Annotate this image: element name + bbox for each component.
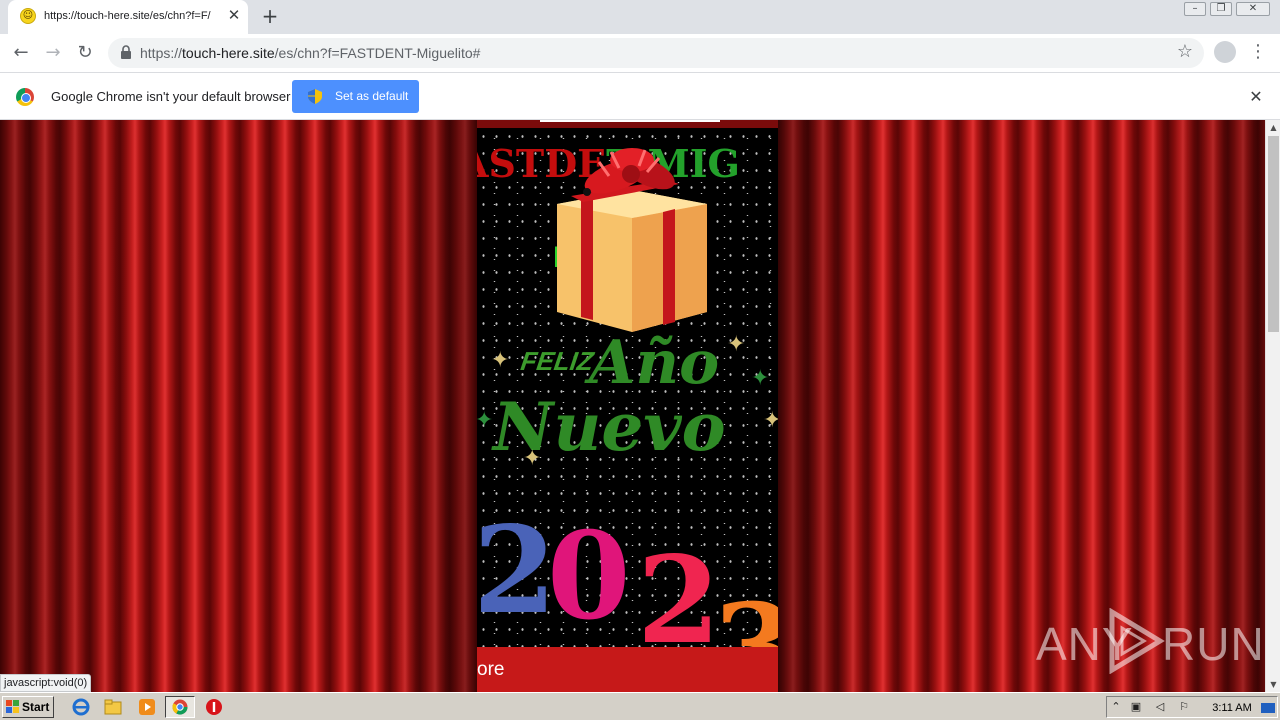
start-button[interactable]: Start (2, 696, 54, 718)
chrome-logo-icon (16, 88, 34, 106)
year-digit-2: 0 (547, 506, 631, 647)
reload-button[interactable]: ↻ (72, 40, 98, 66)
windows-flag-icon (6, 700, 19, 713)
red-banner[interactable]: ore (477, 647, 778, 692)
smiley-icon: ☺ (20, 8, 36, 24)
center-stage: ASTDET MIG M o FELIZ Año Nuevo ✦ ✦ ✦ ✦ ✦… (477, 128, 778, 692)
sparkle-icon: ✦ (751, 366, 770, 391)
sparkle-icon: ✦ (727, 332, 746, 357)
vertical-scrollbar[interactable]: ▲ ▼ (1265, 120, 1280, 692)
internet-explorer-icon[interactable] (72, 698, 90, 716)
set-as-default-label: Set as default (335, 89, 409, 103)
restore-button[interactable]: ❐ (1210, 2, 1232, 16)
show-desktop-icon[interactable] (1261, 703, 1275, 713)
anyrun-watermark: ANY RUN (1036, 608, 1264, 678)
scroll-down-arrow-icon[interactable]: ▼ (1266, 677, 1280, 692)
tab-strip: ☺ https://touch-here.site/es/chn?f=F/ ✕ … (0, 0, 1280, 34)
play-triangle-icon (1109, 608, 1165, 674)
default-browser-infobar: Google Chrome isn't your default browser… (0, 72, 1280, 120)
banner-text: ore (477, 659, 505, 680)
infobar-close-icon[interactable]: ✕ (1246, 87, 1266, 107)
sparkle-icon: ✦ (491, 348, 510, 373)
windows-taskbar: Start ⌃ ▣ ◁ ⚐ 3:11 AM (0, 692, 1280, 720)
tray-expand-icon[interactable]: ⌃ (1109, 700, 1123, 714)
left-curtain-shade (0, 120, 477, 692)
folder-icon[interactable] (104, 698, 122, 716)
lock-icon (121, 45, 131, 59)
url-prefix: https:// (140, 45, 183, 61)
taskbar-chrome-button[interactable] (165, 696, 195, 718)
back-button[interactable]: ← (8, 40, 34, 66)
watermark-run: RUN (1162, 618, 1265, 670)
scroll-thumb[interactable] (1268, 136, 1279, 332)
address-bar[interactable]: https://touch-here.site/es/chn?f=FASTDEN… (108, 38, 1204, 68)
uac-shield-icon (308, 89, 322, 104)
top-white-edge (540, 120, 720, 122)
status-bubble: javascript:void(0) (0, 674, 91, 692)
clock[interactable]: 3:11 AM (1207, 700, 1257, 716)
forward-button[interactable]: → (40, 40, 66, 66)
sparkle-icon: ✦ (477, 408, 494, 433)
web-page-content: ASTDET MIG M o FELIZ Año Nuevo ✦ ✦ ✦ ✦ ✦… (0, 120, 1265, 692)
action-center-flag-icon[interactable]: ⚐ (1177, 700, 1191, 714)
browser-toolbar: ← → ↻ https://touch-here.site/es/chn?f=F… (0, 34, 1280, 72)
url-domain: touch-here.site (182, 45, 275, 61)
url-text: https://touch-here.site/es/chn?f=FASTDEN… (140, 45, 1100, 63)
scroll-up-arrow-icon[interactable]: ▲ (1266, 120, 1280, 135)
close-window-button[interactable]: ✕ (1236, 2, 1270, 16)
browser-tab[interactable]: ☺ https://touch-here.site/es/chn?f=F/ ✕ (8, 0, 248, 34)
new-tab-button[interactable]: + (256, 6, 284, 28)
media-player-icon[interactable] (138, 698, 156, 716)
sparkle-icon: ✦ (523, 446, 542, 471)
system-tray: ⌃ ▣ ◁ ⚐ 3:11 AM (1106, 696, 1278, 718)
infobar-message: Google Chrome isn't your default browser (51, 89, 291, 104)
year-digits: 2 0 2 3 (477, 500, 778, 660)
url-path: /es/chn?f=FASTDENT-Miguelito# (274, 45, 481, 61)
year-digit-1: 2 (477, 500, 557, 641)
chrome-icon (172, 699, 188, 715)
network-icon[interactable]: ▣ (1129, 700, 1143, 714)
year-digit-3: 2 (637, 530, 721, 660)
sparkle-icon: ✦ (763, 408, 778, 433)
gift-box-icon[interactable] (547, 142, 717, 337)
profile-avatar-icon[interactable] (1214, 41, 1236, 63)
tab-close-icon[interactable]: ✕ (226, 8, 242, 24)
start-label: Start (22, 700, 50, 714)
set-as-default-button[interactable]: Set as default (292, 80, 419, 113)
minimize-button[interactable]: – (1184, 2, 1206, 16)
kebab-menu-icon[interactable]: ⋮ (1248, 40, 1268, 64)
tab-title: https://touch-here.site/es/chn?f=F/ (44, 10, 211, 22)
volume-icon[interactable]: ◁ (1153, 700, 1167, 714)
stop-sign-icon[interactable] (205, 698, 223, 716)
right-curtain-shade (778, 120, 1265, 692)
bookmark-star-icon[interactable]: ☆ (1174, 41, 1196, 63)
watermark-any: ANY (1036, 618, 1134, 670)
